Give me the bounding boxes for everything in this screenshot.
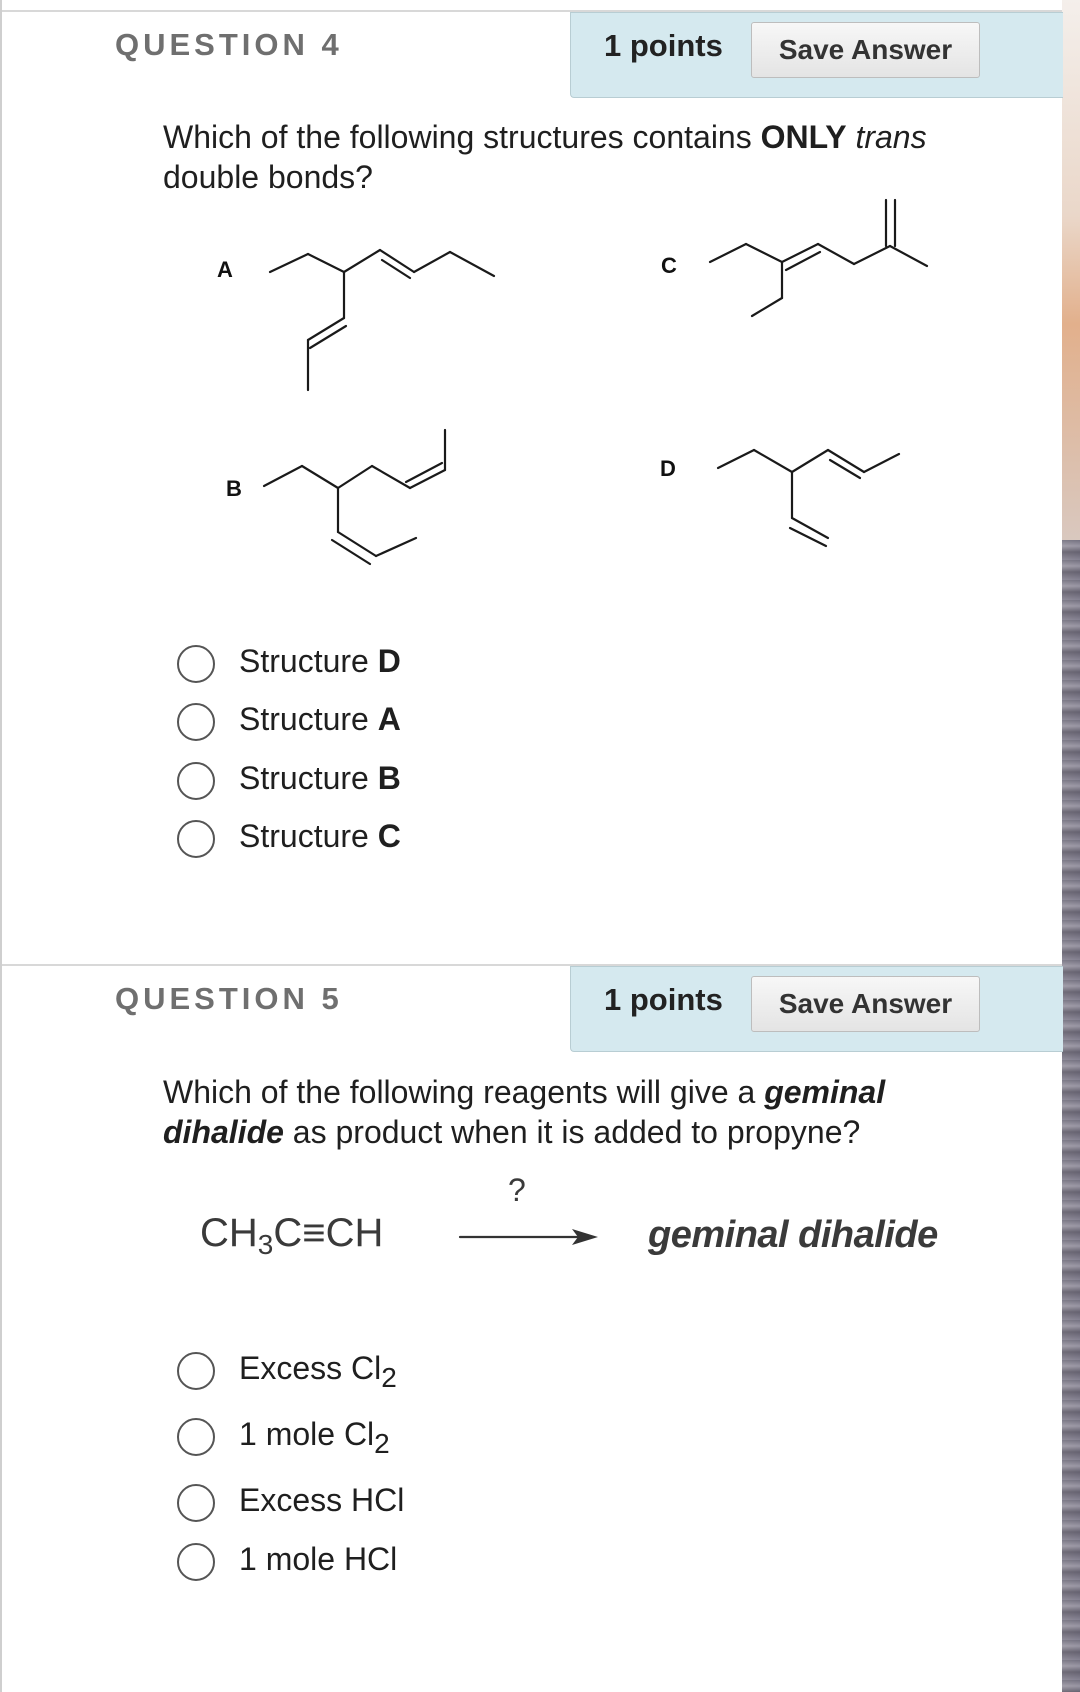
background-edge-cool [1060, 540, 1080, 1692]
answer-option[interactable]: 1 mole Cl2 [177, 1416, 577, 1462]
option-label: Excess Cl2 [239, 1350, 397, 1394]
radio-button[interactable] [177, 1352, 215, 1390]
option-label-subscript: 2 [381, 1362, 397, 1393]
answer-option[interactable]: 1 mole HCl [177, 1541, 577, 1587]
background-edge [1060, 0, 1080, 1692]
background-edge-warm [1060, 0, 1080, 540]
option-label-text: Excess HCl [239, 1482, 405, 1518]
option-label: 1 mole HCl [239, 1541, 397, 1578]
radio-button[interactable] [177, 1543, 215, 1581]
product-label: geminal dihalide [648, 1214, 938, 1256]
quiz-page: QUESTION 4 1 points Save Answer Which of… [0, 0, 1063, 1692]
option-label: 1 mole Cl2 [239, 1416, 390, 1460]
option-label-text: Excess Cl [239, 1350, 382, 1386]
answer-option[interactable]: Excess HCl [177, 1482, 577, 1528]
option-label-text: 1 mole HCl [239, 1541, 398, 1577]
option-label-subscript: 2 [374, 1428, 390, 1459]
option-label: Excess HCl [239, 1482, 404, 1519]
radio-button[interactable] [177, 1484, 215, 1522]
option-label-text: 1 mole Cl [239, 1416, 375, 1452]
radio-button[interactable] [177, 1418, 215, 1456]
answer-option[interactable]: Excess Cl2 [177, 1350, 577, 1396]
